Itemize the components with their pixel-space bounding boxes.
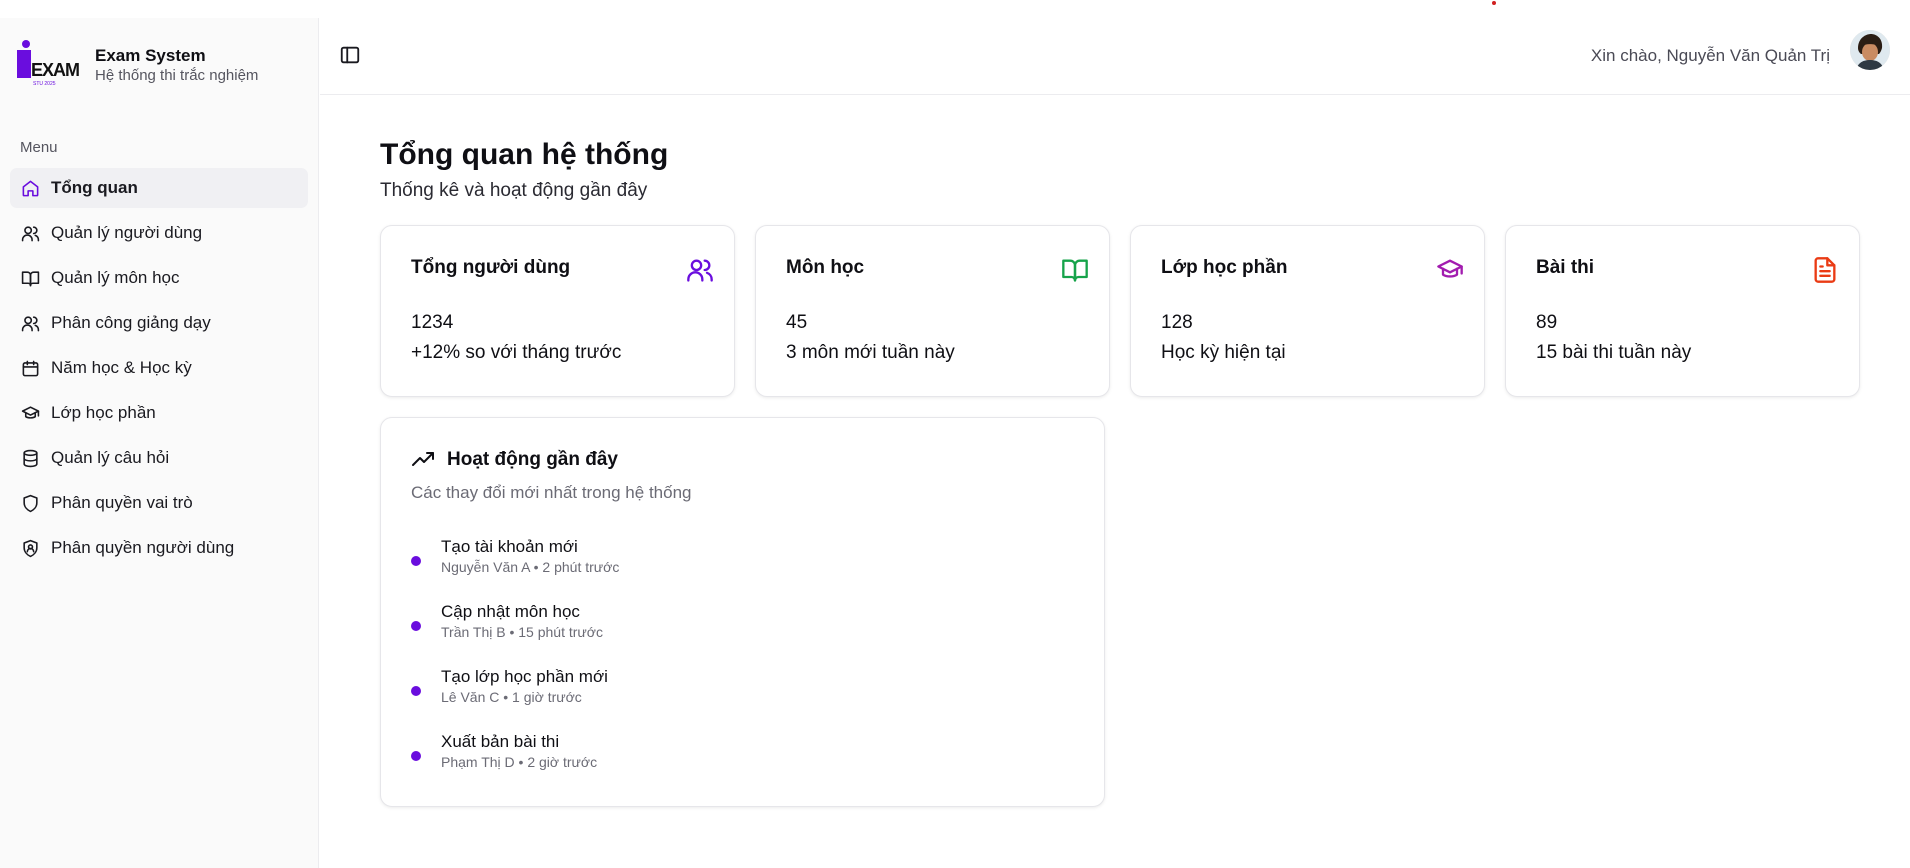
recent-activity-card: Hoạt động gần đây Các thay đổi mới nhất … bbox=[380, 417, 1105, 807]
shield-user-icon bbox=[20, 538, 40, 558]
stat-title: Môn học bbox=[786, 257, 865, 278]
users-icon bbox=[20, 313, 40, 333]
sidebar-item-label: Năm học & Học kỳ bbox=[51, 358, 192, 377]
stat-title: Tổng người dùng bbox=[411, 257, 571, 278]
sidebar-item-overview[interactable]: Tổng quan bbox=[10, 168, 308, 208]
stat-card-exams[interactable]: Bài thi 89 15 bài thi tuần này bbox=[1505, 225, 1860, 397]
logo-wordmark: EXAM bbox=[31, 60, 79, 80]
sidebar-item-label: Quản lý môn học bbox=[51, 268, 180, 287]
activity-meta: Nguyễn Văn A • 2 phút trước bbox=[441, 559, 620, 575]
calendar-icon bbox=[20, 358, 40, 378]
shield-icon bbox=[20, 493, 40, 513]
sidebar-item-label: Lớp học phần bbox=[51, 403, 156, 422]
activity-meta: Trần Thị B • 15 phút trước bbox=[441, 624, 603, 640]
stat-note: 15 bài thi tuần này bbox=[1536, 342, 1692, 363]
file-text-icon bbox=[1811, 256, 1839, 284]
graduation-cap-icon bbox=[20, 403, 40, 423]
stat-card-course-sections[interactable]: Lớp học phần 128 Học kỳ hiện tại bbox=[1130, 225, 1485, 397]
sidebar-item-role-permissions[interactable]: Phân quyền vai trò bbox=[10, 483, 308, 523]
sidebar: EXAM STU 2025 Exam System Hệ thống thi t… bbox=[0, 18, 319, 868]
sidebar-item-label: Tổng quan bbox=[51, 178, 138, 197]
activity-name: Cập nhật môn học bbox=[441, 602, 580, 621]
sidebar-item-teaching-assignment[interactable]: Phân công giảng dạy bbox=[10, 303, 308, 343]
book-icon bbox=[20, 268, 40, 288]
avatar[interactable] bbox=[1850, 30, 1890, 70]
sidebar-item-user-permissions[interactable]: Phân quyền người dùng bbox=[10, 528, 308, 568]
sidebar-item-users[interactable]: Quản lý người dùng bbox=[10, 213, 308, 253]
sidebar-item-label: Phân quyền người dùng bbox=[51, 538, 235, 557]
page-subtitle: Thống kê và hoạt động gần đây bbox=[380, 180, 648, 201]
stat-title: Lớp học phần bbox=[1161, 257, 1288, 278]
activity-list: Tạo tài khoản mới Nguyễn Văn A • 2 phút … bbox=[411, 536, 619, 796]
activity-name: Xuất bản bài thi bbox=[441, 732, 560, 751]
activity-title: Hoạt động gần đây bbox=[447, 449, 618, 470]
activity-meta: Phạm Thị D • 2 giờ trước bbox=[441, 754, 598, 770]
users-icon bbox=[20, 223, 40, 243]
sidebar-menu: Tổng quan Quản lý người dùng Quản lý môn… bbox=[10, 168, 308, 573]
stat-value: 45 bbox=[786, 312, 808, 333]
page-title: Tổng quan hệ thống bbox=[380, 138, 669, 171]
menu-label: Menu bbox=[20, 139, 58, 156]
logo-sub: STU 2025 bbox=[33, 81, 56, 87]
database-icon bbox=[20, 448, 40, 468]
stat-title: Bài thi bbox=[1536, 257, 1595, 278]
book-open-icon bbox=[1061, 256, 1089, 284]
trending-up-icon bbox=[412, 452, 434, 466]
brand-title: Exam System bbox=[95, 45, 206, 65]
sidebar-item-label: Quản lý người dùng bbox=[51, 223, 203, 242]
sidebar-item-label: Phân công giảng dạy bbox=[51, 313, 211, 332]
sidebar-toggle-button[interactable] bbox=[339, 44, 361, 66]
stat-value: 1234 bbox=[411, 312, 454, 333]
top-header: Xin chào, Nguyễn Văn Quản Trị bbox=[320, 18, 1910, 95]
activity-name: Tạo lớp học phần mới bbox=[441, 667, 608, 686]
list-item: Cập nhật môn học Trần Thị B • 15 phút tr… bbox=[411, 601, 619, 666]
stat-note: Học kỳ hiện tại bbox=[1161, 342, 1286, 363]
stat-value: 89 bbox=[1536, 312, 1558, 333]
home-icon bbox=[20, 178, 40, 198]
activity-description: Các thay đổi mới nhất trong hệ thống bbox=[411, 483, 692, 502]
sidebar-item-academic-year[interactable]: Năm học & Học kỳ bbox=[10, 348, 308, 388]
activity-name: Tạo tài khoản mới bbox=[441, 537, 578, 556]
list-item: Xuất bản bài thi Phạm Thị D • 2 giờ trướ… bbox=[411, 731, 619, 796]
brand[interactable]: EXAM STU 2025 Exam System Hệ thống thi t… bbox=[17, 40, 258, 90]
sidebar-item-label: Quản lý câu hỏi bbox=[51, 448, 170, 467]
notification-dot bbox=[1492, 1, 1496, 5]
bullet-dot bbox=[411, 751, 421, 761]
activity-meta: Lê Văn C • 1 giờ trước bbox=[441, 689, 582, 705]
graduation-cap-icon bbox=[1436, 256, 1464, 284]
stat-card-users[interactable]: Tổng người dùng 1234 +12% so với tháng t… bbox=[380, 225, 735, 397]
user-greeting: Xin chào, Nguyễn Văn Quản Trị bbox=[1590, 46, 1830, 65]
stat-value: 128 bbox=[1161, 312, 1193, 333]
list-item: Tạo tài khoản mới Nguyễn Văn A • 2 phút … bbox=[411, 536, 619, 601]
bullet-dot bbox=[411, 556, 421, 566]
brand-subtitle: Hệ thống thi trắc nghiệm bbox=[95, 66, 259, 84]
exam-logo: EXAM STU 2025 bbox=[17, 40, 80, 90]
stat-note: +12% so với tháng trước bbox=[411, 342, 622, 363]
sidebar-item-label: Phân quyền vai trò bbox=[51, 493, 193, 512]
bullet-dot bbox=[411, 621, 421, 631]
panel-left-icon bbox=[340, 46, 360, 64]
bullet-dot bbox=[411, 686, 421, 696]
stat-note: 3 môn mới tuần này bbox=[786, 342, 955, 363]
stat-card-subjects[interactable]: Môn học 45 3 môn mới tuần này bbox=[755, 225, 1110, 397]
sidebar-item-course-sections[interactable]: Lớp học phần bbox=[10, 393, 308, 433]
users-icon bbox=[686, 256, 714, 284]
list-item: Tạo lớp học phần mới Lê Văn C • 1 giờ tr… bbox=[411, 666, 619, 731]
sidebar-item-questions[interactable]: Quản lý câu hỏi bbox=[10, 438, 308, 478]
sidebar-item-subjects[interactable]: Quản lý môn học bbox=[10, 258, 308, 298]
